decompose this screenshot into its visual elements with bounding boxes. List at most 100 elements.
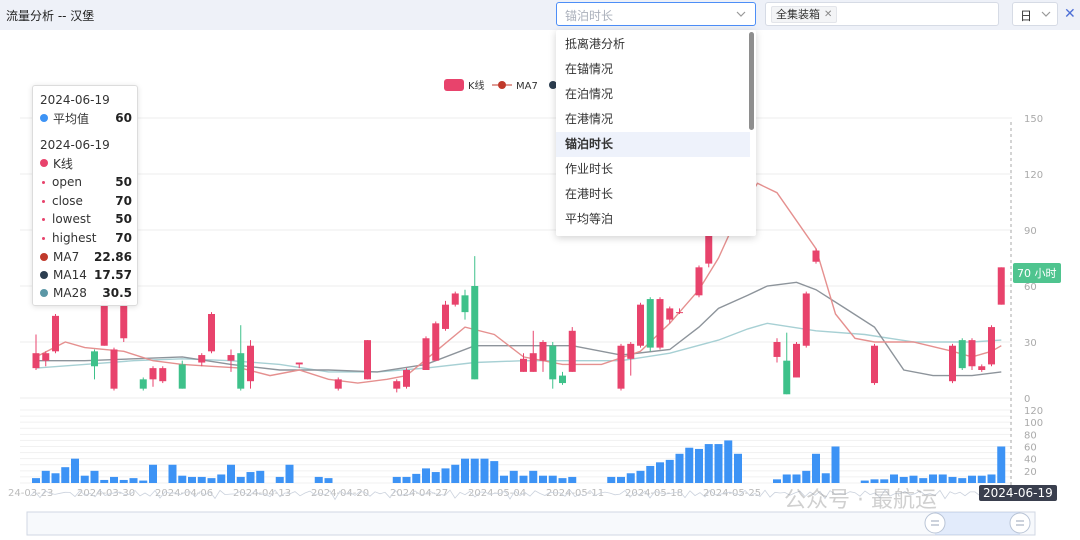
candle-body xyxy=(100,300,108,346)
candle-body xyxy=(695,267,703,296)
volume-bar xyxy=(314,476,323,483)
volume-bar xyxy=(392,476,401,483)
tooltip-highest-row: highest 70 xyxy=(40,229,132,247)
tooltip-close-row: close 70 xyxy=(40,192,132,210)
dropdown-option[interactable]: 在港时长 xyxy=(556,182,750,207)
legend-ma7-label: MA7 xyxy=(516,81,538,92)
tooltip-ma28-row: MA28 30.5 xyxy=(40,284,132,302)
candle-body xyxy=(978,366,986,370)
candle-body xyxy=(646,299,654,348)
candle-body xyxy=(568,330,576,372)
volume-bar xyxy=(665,459,674,483)
candle-body xyxy=(422,338,430,370)
axis-labels: 03060901201502040608010012024-03-23 2024-… xyxy=(8,114,1043,499)
volume-bar xyxy=(80,475,89,483)
chart-tooltip: 2024-06-19 平均值 60 2024-06-19 K线 open 50 … xyxy=(32,85,138,306)
candle-body xyxy=(666,308,674,320)
candle-body xyxy=(783,360,791,395)
volume-bar xyxy=(509,470,518,483)
dropdown-option[interactable]: 在泊情况 xyxy=(556,82,750,107)
volume-bar xyxy=(831,446,840,483)
candle-body xyxy=(393,381,401,389)
tooltip-date: 2024-06-19 xyxy=(40,93,110,107)
candle-body xyxy=(529,353,537,372)
volume-bar xyxy=(129,478,138,483)
dropdown-scrollbar[interactable] xyxy=(749,32,754,130)
volume-bar xyxy=(100,479,109,483)
dropdown-option[interactable]: 抵离港分析 xyxy=(556,32,750,57)
volume-bar xyxy=(636,470,645,483)
small-dot-icon xyxy=(42,236,45,240)
volume-bar xyxy=(32,478,40,483)
dropdown-option[interactable]: 在港情况 xyxy=(556,107,750,132)
chevron-down-icon xyxy=(1041,11,1051,17)
slider-handle-right[interactable] xyxy=(1009,512,1031,534)
candle-body xyxy=(237,353,245,389)
chart-legend[interactable]: K线 MA7 xyxy=(444,79,557,92)
volume-bar xyxy=(977,475,986,483)
candle-body xyxy=(334,379,342,389)
metric-dropdown-menu[interactable]: 抵离港分析 在锚情况 在泊情况 在港情况 锚泊时长 作业时长 在港时长 平均等泊 xyxy=(556,30,756,236)
candle-body xyxy=(91,351,98,367)
volume-bar xyxy=(626,473,635,483)
close-icon[interactable]: ✕ xyxy=(1064,6,1076,22)
cursor-value-label: 70 小时 xyxy=(1013,263,1061,283)
volume-bar xyxy=(480,458,489,483)
volume-bar xyxy=(607,476,616,483)
cargo-tag-label: 全集装箱 xyxy=(776,8,820,21)
volume-bar xyxy=(997,446,1006,483)
volume-bar xyxy=(704,444,713,483)
kline-dot-icon xyxy=(40,159,48,167)
candle-body xyxy=(120,300,128,339)
tooltip-avg-row: 平均值 60 xyxy=(40,109,132,127)
slider-handle-left[interactable] xyxy=(924,512,946,534)
tag-close-icon[interactable]: ✕ xyxy=(824,7,832,22)
candle-body xyxy=(627,343,635,359)
candle-body xyxy=(139,379,147,389)
dropdown-option[interactable]: 锚泊时长 xyxy=(556,132,750,157)
dropdown-option[interactable]: 平均等泊 xyxy=(556,207,750,232)
dropdown-option[interactable]: 在锚情况 xyxy=(556,57,750,82)
candle-body xyxy=(958,340,966,369)
candle-body xyxy=(42,353,50,361)
candle-body xyxy=(617,345,625,389)
volume-tick-label: 120 xyxy=(1024,406,1043,417)
metric-select[interactable]: 锚泊时长 xyxy=(556,2,756,26)
volume-bar xyxy=(285,464,294,483)
volume-bar xyxy=(275,476,284,483)
candle-body xyxy=(793,343,800,378)
moving-average-lines xyxy=(35,182,1002,384)
slider-window[interactable] xyxy=(935,512,1020,535)
period-select[interactable]: 日 xyxy=(1012,2,1058,26)
volume-bar xyxy=(500,475,508,483)
cargo-type-select[interactable]: 全集装箱 ✕ xyxy=(765,2,999,26)
candle-body xyxy=(539,342,547,361)
x-tick-label: 2024-04-13 xyxy=(233,488,291,499)
volume-bar xyxy=(568,476,577,483)
dropdown-option[interactable]: 作业时长 xyxy=(556,157,750,182)
y-tick-label: 120 xyxy=(1024,170,1043,181)
ma28-dot-icon xyxy=(40,289,48,297)
candle-body xyxy=(471,286,479,380)
candle-body xyxy=(198,355,206,363)
candle-body xyxy=(227,355,235,361)
cursor-date-label: 2024-06-19 xyxy=(979,485,1057,501)
x-tick-label: 2024-05-25 xyxy=(703,488,761,499)
slider-track[interactable] xyxy=(26,511,1036,536)
volume-bar xyxy=(90,470,99,483)
tooltip-lowest-row: lowest 50 xyxy=(40,210,132,228)
period-value: 日 xyxy=(1020,9,1033,23)
y-tick-label: 30 xyxy=(1024,338,1037,349)
candle-body xyxy=(637,304,644,346)
volume-bar xyxy=(529,470,538,483)
volume-tick-label: 80 xyxy=(1024,430,1037,441)
candle-body xyxy=(871,345,878,384)
candle-body xyxy=(295,362,303,365)
candle-body xyxy=(32,353,40,369)
volume-bar xyxy=(490,461,499,483)
candle-body xyxy=(773,342,781,357)
volume-bar xyxy=(168,464,177,483)
volume-bar xyxy=(461,458,469,483)
volume-bar xyxy=(110,476,118,483)
candle-body xyxy=(451,293,459,305)
